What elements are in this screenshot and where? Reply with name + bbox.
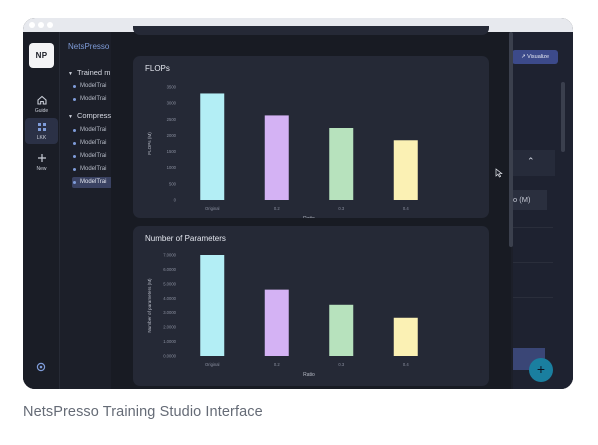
scrollbar[interactable]	[561, 82, 565, 152]
plus-icon	[37, 154, 46, 162]
modal-scrollbar[interactable]	[509, 32, 513, 247]
y-axis-label: Number of parameters (M)	[147, 278, 152, 333]
tree-group-compressed[interactable]: ▼ Compress	[68, 111, 111, 120]
bar	[393, 140, 418, 200]
rail-item-label: LKK	[36, 135, 47, 141]
chart-icon: ↗	[520, 54, 526, 60]
y-tick-label: 1.0000	[163, 339, 176, 344]
y-axis-label: FLOPs (M)	[147, 132, 152, 155]
y-tick-label: 3500	[167, 85, 177, 90]
x-tick-label: 0.3	[338, 362, 344, 367]
settings-icon[interactable]	[35, 361, 47, 373]
rail-item-label: Guide	[34, 108, 49, 114]
chevron-up-icon: ⌃	[527, 156, 535, 166]
window-dot	[38, 22, 44, 28]
bar	[393, 317, 418, 356]
add-fab-button[interactable]: +	[529, 358, 553, 382]
app-frame: NP Guide LKK New NetsPresso ▼ Trained m …	[23, 18, 573, 389]
tree-group-label: Compress	[76, 111, 112, 120]
tree-title: NetsPresso	[68, 42, 110, 51]
y-tick-label: 0.0000	[163, 354, 176, 359]
flops-chart: 0 500 1000 1500 2000 2500 3000 3500 Original 0.2 0…	[147, 85, 418, 218]
y-tick-label: 4.0000	[163, 296, 176, 301]
y-tick-label: 3.0000	[163, 310, 176, 315]
window-dot	[29, 22, 35, 28]
divider	[513, 262, 553, 263]
x-tick-label: 0.4	[403, 206, 409, 211]
x-axis-label: Ratio	[303, 216, 315, 218]
bar	[200, 255, 225, 356]
y-tick-label: 0	[174, 198, 177, 203]
params-chart: 0.0000 1.0000 2.0000 3.0000 4.0000 5.0000 6.00…	[147, 253, 418, 378]
y-tick-label: 7.0000	[163, 253, 176, 258]
rail-item-new[interactable]: New	[25, 152, 58, 172]
left-rail: NP Guide LKK New	[23, 32, 60, 389]
divider	[513, 297, 553, 298]
rail-item-guide[interactable]: Guide	[25, 94, 58, 114]
tree-group-label: Trained m	[76, 68, 111, 77]
y-tick-label: 500	[169, 181, 177, 186]
collapse-card[interactable]: ⌃	[513, 150, 555, 176]
bar	[264, 115, 289, 200]
y-tick-label: 3000	[167, 101, 177, 106]
tree-group-trained[interactable]: ▼ Trained m	[68, 68, 110, 77]
x-tick-label: 0.4	[403, 362, 409, 367]
visualize-button[interactable]: ↗ Visualize	[512, 50, 558, 64]
bar	[264, 289, 289, 356]
home-icon	[36, 95, 47, 105]
mouse-cursor-icon	[495, 168, 503, 178]
flops-panel: FLOPs 0 500 1000 1500 2000 2500 3000 3500 Origin…	[133, 56, 489, 218]
bar	[329, 304, 354, 356]
previous-panel	[133, 26, 489, 35]
y-tick-label: 6.0000	[163, 267, 176, 272]
caption: NetsPresso Training Studio Interface	[23, 404, 263, 420]
x-tick-label: 0.2	[274, 206, 280, 211]
divider	[513, 227, 553, 228]
logo[interactable]: NP	[29, 43, 54, 68]
grid-icon	[37, 123, 46, 131]
x-tick-label: 0.2	[274, 362, 280, 367]
params-panel: Number of Parameters 0.0000 1.0000 2.0000 3…	[133, 226, 489, 386]
y-tick-label: 1000	[167, 165, 177, 170]
params-header: o (M)	[511, 190, 547, 210]
x-tick-label: Original	[205, 206, 219, 211]
rail-item-label: New	[36, 166, 47, 172]
x-tick-label: Original	[205, 362, 219, 367]
app-area: NP Guide LKK New NetsPresso ▼ Trained m …	[23, 26, 573, 389]
y-tick-label: 2500	[167, 117, 177, 122]
y-tick-label: 1500	[167, 149, 177, 154]
window-dot	[47, 22, 53, 28]
bar	[200, 93, 225, 200]
y-tick-label: 5.0000	[163, 281, 176, 286]
caret-down-icon: ▼	[68, 71, 73, 77]
visualize-label: Visualize	[527, 54, 550, 60]
caret-down-icon: ▼	[68, 114, 73, 120]
rail-item-lkk[interactable]: LKK	[25, 118, 58, 144]
x-axis-label: Ratio	[303, 372, 315, 378]
x-tick-label: 0.3	[338, 206, 344, 211]
y-tick-label: 2.0000	[163, 325, 176, 330]
bar	[329, 128, 354, 200]
y-tick-label: 2000	[167, 133, 177, 138]
visualize-modal: FLOPs 0 500 1000 1500 2000 2500 3000 3500 Origin…	[111, 26, 513, 389]
